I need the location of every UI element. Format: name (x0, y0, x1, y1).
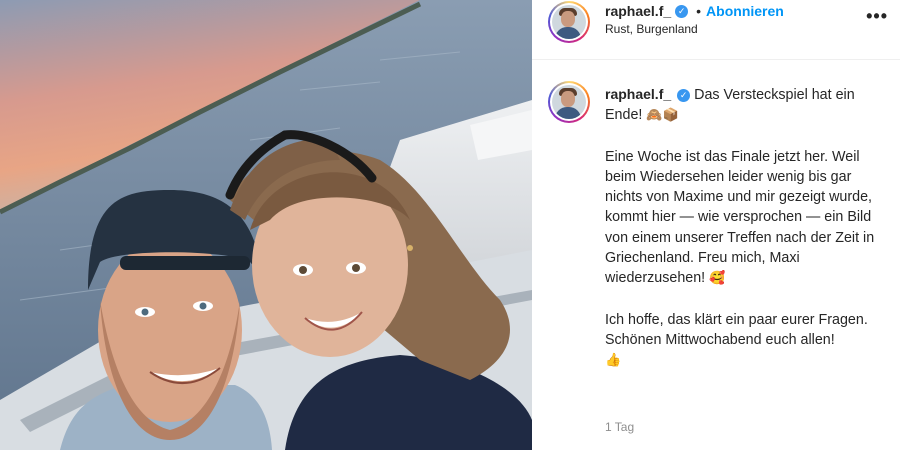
header-username[interactable]: raphael.f_ (605, 3, 671, 19)
caption-avatar[interactable] (548, 81, 590, 123)
caption-paragraph-2: Eine Woche ist das Finale jetzt her. Wei… (605, 148, 875, 287)
post-timestamp[interactable]: 1 Tag (605, 420, 634, 434)
post-detail-panel: raphael.f_ ✓ • Abonnieren Rust, Burgenla… (532, 0, 900, 450)
separator-dot: • (696, 3, 702, 19)
follow-button[interactable]: Abonnieren (706, 3, 784, 19)
caption-paragraph-3-line2: Schönen Mittwochabend euch allen! (605, 331, 835, 348)
post-caption: raphael.f_ ✓ Das Versteckspiel hat ein En… (605, 84, 885, 372)
post-photo[interactable] (0, 0, 532, 450)
selfie-photo (0, 0, 532, 450)
smiling-hearts-emoji: 🥰 (709, 271, 726, 287)
thumbs-up-emoji: 👍 (605, 353, 622, 369)
caption-paragraph-3-line1: Ich hoffe, das klärt ein paar eurer Frag… (605, 311, 868, 328)
monkey-box-emoji: 🙈📦 (646, 108, 679, 124)
post-header: raphael.f_ ✓ • Abonnieren Rust, Burgenla… (532, 0, 900, 60)
header-user-row: raphael.f_ ✓ • Abonnieren (605, 1, 784, 21)
location-link[interactable]: Rust, Burgenland (605, 22, 698, 36)
more-options-icon[interactable]: ••• (866, 6, 888, 27)
avatar[interactable] (548, 1, 590, 43)
verified-badge-icon: ✓ (675, 4, 689, 18)
caption-username[interactable]: raphael.f_ (605, 86, 671, 102)
verified-badge-icon: ✓ (677, 89, 691, 102)
